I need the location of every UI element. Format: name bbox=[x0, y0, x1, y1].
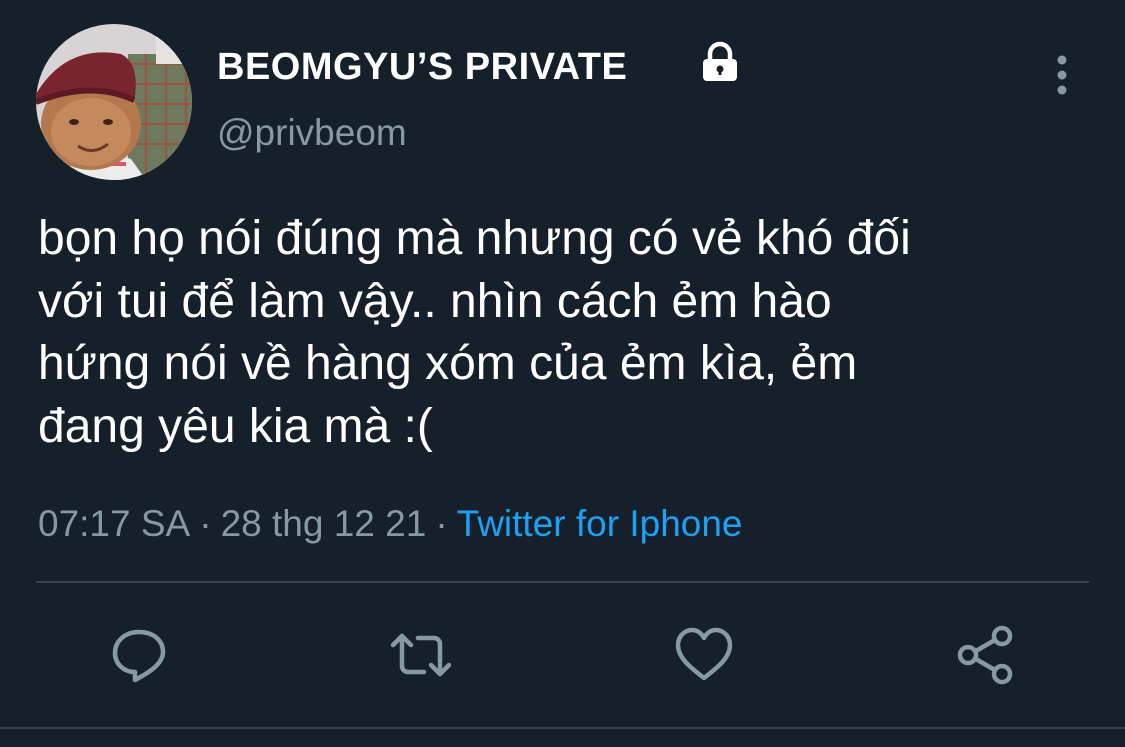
tweet-text-line: bọn họ nói đúng mà nhưng có vẻ khó đối bbox=[38, 212, 911, 265]
more-vertical-icon[interactable] bbox=[1046, 54, 1078, 98]
reply-icon bbox=[112, 629, 166, 683]
reply-button[interactable] bbox=[108, 624, 170, 686]
tweet-source-link[interactable]: Twitter for Iphone bbox=[457, 503, 743, 544]
heart-icon bbox=[675, 627, 733, 681]
tweet-text-line: đang yêu kia mà :( bbox=[38, 399, 433, 453]
divider bbox=[0, 727, 1125, 729]
avatar[interactable] bbox=[36, 24, 192, 180]
lock-icon bbox=[697, 40, 743, 86]
tweet-date[interactable]: 28 thg 12 21 bbox=[221, 503, 427, 544]
like-button[interactable] bbox=[673, 624, 735, 686]
tweet-text: bọn họ nói đúng mà nhưng có vẻ khó đối v… bbox=[38, 208, 1098, 458]
display-name[interactable]: BEOMGYU’S PRIVATE bbox=[217, 44, 627, 90]
tweet-time[interactable]: 07:17 SA bbox=[38, 503, 190, 544]
tweet-meta: 07:17 SA · 28 thg 12 21 · Twitter for Iphone bbox=[38, 501, 743, 547]
meta-separator: · bbox=[435, 503, 448, 544]
share-icon bbox=[957, 625, 1013, 685]
divider bbox=[36, 581, 1089, 583]
retweet-button[interactable] bbox=[390, 624, 452, 686]
tweet-text-line: hứng nói về hàng xóm của ẻm kìa, ẻm bbox=[38, 337, 858, 390]
tweet-text-line: với tui để làm vậy.. nhìn cách ẻm hào bbox=[38, 274, 832, 328]
share-button[interactable] bbox=[955, 624, 1017, 686]
avatar-photo bbox=[36, 24, 192, 180]
user-handle[interactable]: @privbeom bbox=[217, 111, 407, 155]
meta-separator: · bbox=[199, 503, 212, 544]
retweet-icon bbox=[390, 633, 452, 677]
